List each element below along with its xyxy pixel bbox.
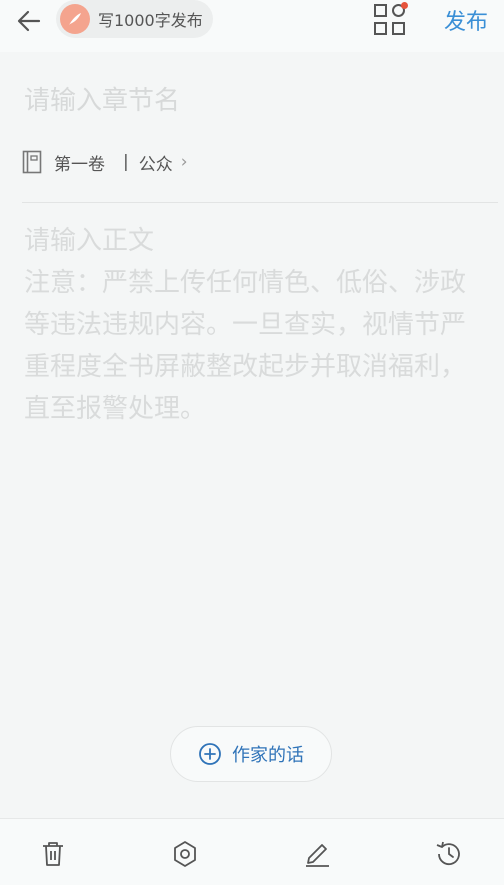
arrow-left-icon [17,10,41,32]
bottom-toolbar [0,818,504,885]
body-placeholder-title: 请输入正文 [24,226,155,256]
pen-icon [306,844,329,867]
task-chip-label: 写1000字发布 [98,11,203,30]
plus-circle-icon [199,743,221,765]
edit-button[interactable] [300,837,334,871]
book-icon [22,150,42,174]
publish-button[interactable]: 发布 [444,4,488,36]
back-button[interactable] [14,6,44,36]
separator: | [123,152,129,172]
author-note-button[interactable]: 作家的话 [170,726,332,782]
top-bar: 写1000字发布 发布 [0,0,504,52]
volume-name: 第一卷 [54,154,105,175]
volume-selector[interactable]: 第一卷 | 公众 › [22,147,188,177]
apps-grid-button[interactable] [372,2,408,38]
chapter-title-input[interactable]: 请输入章节名 [24,80,180,117]
settings-hex-icon [174,841,196,867]
settings-button[interactable] [168,837,202,871]
author-note-label: 作家的话 [232,745,304,766]
body-text-input[interactable]: 请输入正文 注意：严禁上传任何情色、低俗、涉政等违法违规内容。一旦查实，视情节严… [24,220,484,430]
history-button[interactable] [432,837,466,871]
delete-button[interactable] [36,837,70,871]
trash-icon [43,842,63,866]
feather-pen-icon [60,4,90,34]
writing-task-chip[interactable]: 写1000字发布 [56,0,213,38]
history-icon [436,841,460,866]
notification-dot [401,2,408,9]
volume-visibility: 公众 [138,154,173,175]
divider [22,202,498,203]
body-placeholder-note: 注意：严禁上传任何情色、低俗、涉政等违法违规内容。一旦查实，视情节严重程度全书屏… [24,268,467,424]
chevron-right-icon: › [180,152,188,172]
